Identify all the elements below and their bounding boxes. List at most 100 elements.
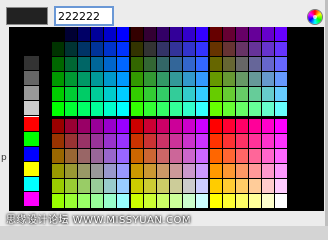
websafe-swatch[interactable] (249, 134, 262, 149)
websafe-swatch[interactable] (210, 164, 223, 179)
websafe-swatch[interactable] (275, 87, 288, 102)
websafe-swatch[interactable] (210, 134, 223, 149)
websafe-swatch[interactable] (183, 179, 196, 194)
websafe-swatch[interactable] (157, 149, 170, 164)
websafe-swatch[interactable] (196, 102, 209, 117)
websafe-swatch[interactable] (183, 87, 196, 102)
websafe-swatch[interactable] (262, 27, 275, 42)
websafe-swatch[interactable] (157, 164, 170, 179)
websafe-swatch[interactable] (196, 179, 209, 194)
websafe-swatch[interactable] (104, 179, 117, 194)
websafe-swatch[interactable] (117, 72, 130, 87)
websafe-swatch[interactable] (196, 134, 209, 149)
websafe-swatch[interactable] (131, 164, 144, 179)
websafe-swatch[interactable] (78, 72, 91, 87)
websafe-swatch[interactable] (236, 134, 249, 149)
websafe-swatch[interactable] (183, 149, 196, 164)
websafe-swatch[interactable] (236, 42, 249, 57)
websafe-swatch[interactable] (275, 72, 288, 87)
websafe-swatch[interactable] (249, 164, 262, 179)
websafe-swatch[interactable] (223, 27, 236, 42)
websafe-swatch[interactable] (65, 42, 78, 57)
websafe-swatch[interactable] (262, 149, 275, 164)
websafe-swatch[interactable] (196, 57, 209, 72)
websafe-swatch[interactable] (52, 72, 65, 87)
websafe-swatch[interactable] (196, 72, 209, 87)
websafe-swatch[interactable] (183, 164, 196, 179)
websafe-swatch[interactable] (262, 87, 275, 102)
websafe-swatch[interactable] (236, 179, 249, 194)
websafe-swatch[interactable] (196, 27, 209, 42)
websafe-swatch[interactable] (223, 164, 236, 179)
websafe-swatch[interactable] (78, 57, 91, 72)
websafe-swatch[interactable] (65, 27, 78, 42)
gray-swatch[interactable] (24, 41, 40, 56)
websafe-swatch[interactable] (262, 119, 275, 134)
websafe-swatch[interactable] (249, 27, 262, 42)
websafe-swatch[interactable] (196, 164, 209, 179)
websafe-swatch[interactable] (78, 179, 91, 194)
websafe-swatch[interactable] (196, 119, 209, 134)
websafe-swatch[interactable] (262, 57, 275, 72)
websafe-swatch[interactable] (275, 57, 288, 72)
primary-swatch[interactable] (24, 177, 40, 192)
websafe-swatch[interactable] (275, 102, 288, 117)
gray-swatch[interactable] (24, 71, 40, 86)
websafe-swatch[interactable] (170, 87, 183, 102)
websafe-swatch[interactable] (78, 87, 91, 102)
websafe-swatch[interactable] (78, 27, 91, 42)
websafe-swatch[interactable] (210, 179, 223, 194)
websafe-swatch[interactable] (223, 179, 236, 194)
websafe-swatch[interactable] (52, 57, 65, 72)
websafe-swatch[interactable] (210, 87, 223, 102)
websafe-swatch[interactable] (223, 102, 236, 117)
gray-swatch[interactable] (24, 56, 40, 71)
websafe-swatch[interactable] (131, 102, 144, 117)
websafe-swatch[interactable] (236, 57, 249, 72)
websafe-swatch[interactable] (104, 57, 117, 72)
websafe-swatch[interactable] (236, 102, 249, 117)
websafe-swatch[interactable] (262, 164, 275, 179)
websafe-swatch[interactable] (236, 27, 249, 42)
websafe-swatch[interactable] (275, 27, 288, 42)
websafe-swatch[interactable] (157, 72, 170, 87)
websafe-swatch[interactable] (78, 119, 91, 134)
websafe-swatch[interactable] (275, 164, 288, 179)
websafe-swatch[interactable] (131, 87, 144, 102)
websafe-swatch[interactable] (117, 102, 130, 117)
websafe-swatch[interactable] (223, 42, 236, 57)
websafe-swatch[interactable] (117, 57, 130, 72)
websafe-swatch[interactable] (104, 72, 117, 87)
websafe-swatch[interactable] (183, 42, 196, 57)
websafe-swatch[interactable] (249, 149, 262, 164)
websafe-swatch[interactable] (65, 134, 78, 149)
websafe-swatch[interactable] (157, 119, 170, 134)
websafe-swatch[interactable] (262, 179, 275, 194)
websafe-swatch[interactable] (78, 102, 91, 117)
websafe-swatch[interactable] (210, 57, 223, 72)
websafe-swatch[interactable] (144, 134, 157, 149)
websafe-swatch[interactable] (249, 119, 262, 134)
websafe-swatch[interactable] (183, 57, 196, 72)
websafe-swatch[interactable] (131, 42, 144, 57)
websafe-swatch[interactable] (170, 42, 183, 57)
websafe-swatch[interactable] (52, 134, 65, 149)
websafe-swatch[interactable] (223, 119, 236, 134)
websafe-swatch[interactable] (144, 57, 157, 72)
websafe-swatch[interactable] (52, 164, 65, 179)
gray-swatch[interactable] (24, 101, 40, 116)
websafe-swatch[interactable] (183, 119, 196, 134)
websafe-swatch[interactable] (210, 42, 223, 57)
websafe-swatch[interactable] (157, 87, 170, 102)
websafe-swatch[interactable] (91, 57, 104, 72)
websafe-swatch[interactable] (104, 119, 117, 134)
websafe-swatch[interactable] (236, 119, 249, 134)
websafe-swatch[interactable] (157, 42, 170, 57)
websafe-swatch[interactable] (91, 72, 104, 87)
websafe-swatch[interactable] (65, 102, 78, 117)
websafe-swatch[interactable] (249, 42, 262, 57)
websafe-swatch[interactable] (223, 57, 236, 72)
websafe-swatch[interactable] (210, 27, 223, 42)
websafe-swatch[interactable] (117, 119, 130, 134)
websafe-swatch[interactable] (65, 72, 78, 87)
